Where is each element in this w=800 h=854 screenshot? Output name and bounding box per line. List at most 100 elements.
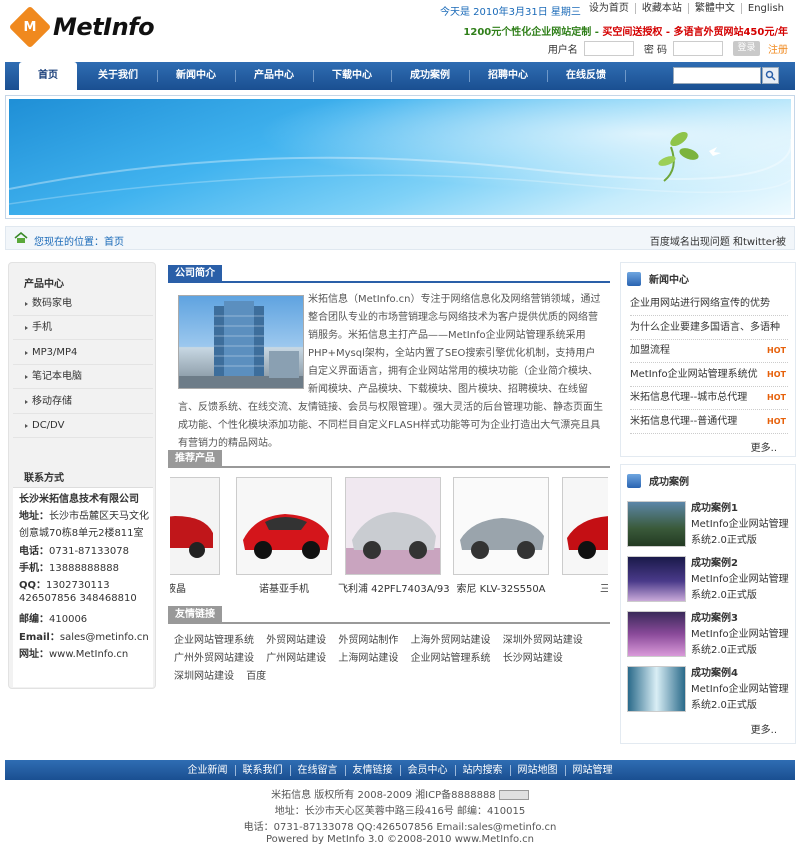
company-intro-text: 米拓信息（MetInfo.cn）专注于网络信息化及网络营销领域，通过整合团队专业… [178,294,603,449]
login-button[interactable]: 登录 [733,41,760,56]
category-item[interactable]: 数码家电 [13,292,153,316]
product-image[interactable] [345,477,441,575]
product-image[interactable] [170,477,220,575]
friend-link[interactable]: 外贸网站制作 [338,635,398,646]
product-center-title: 产品中心 [24,279,64,290]
powered-by[interactable]: Powered by MetInfo 3.0 ©2008-2010 www.Me… [0,834,800,845]
case-item[interactable]: 成功案例1 MetInfo企业网站管理系统2.0正式版 [627,501,789,553]
english-link[interactable]: English [740,3,790,14]
login-form: 用户名 密 码 登录 注册 [548,41,788,56]
nav-item-downloads[interactable]: 下载中心 [316,62,388,90]
hot-badge: HOT [767,370,786,379]
traditional-chinese-link[interactable]: 繁體中文 [687,3,741,14]
product-name[interactable]: 屏液晶 [170,580,226,595]
nav-item-news[interactable]: 新闻中心 [160,62,232,90]
friend-link[interactable]: 深圳网站建设 [174,671,234,682]
bookmark-link[interactable]: 收藏本站 [634,3,688,14]
case-thumbnail[interactable] [627,666,686,712]
news-icon [627,271,641,286]
site-logo[interactable]: M MetInfo [8,5,155,49]
nav-item-home[interactable]: 首页 [19,62,77,92]
qq-extra: 426507856 348468810 [19,593,137,604]
news-panel: 新闻中心 企业用网站进行网络宣传的优势 为什么企业要建多国语言、多语种 加盟流程… [620,262,796,457]
case-item[interactable]: 成功案例2 MetInfo企业网站管理系统2.0正式版 [627,556,789,608]
friend-link[interactable]: 企业网站管理系统 [411,653,491,664]
product-name[interactable]: 诺基亚手机 [229,580,339,595]
nav-item-cases[interactable]: 成功案例 [394,62,466,90]
friend-link[interactable]: 广州网站建设 [266,653,326,664]
friend-links: 企业网站管理系统 外贸网站建设 外贸网站制作 上海外贸网站建设 深圳外贸网站建设… [174,632,606,686]
cases-more-link[interactable]: 更多.. [751,721,777,736]
hot-badge: HOT [767,417,786,426]
friend-link[interactable]: 企业网站管理系统 [174,635,254,646]
friend-link[interactable]: 上海外贸网站建设 [411,635,491,646]
footer-link[interactable]: 网站管理 [564,764,620,776]
news-more-link[interactable]: 更多.. [751,439,777,454]
left-sidebar: 产品中心 数码家电 手机 MP3/MP4 笔记本电脑 移动存储 DC/DV 联系… [8,262,156,689]
case-thumbnail[interactable] [627,556,686,602]
register-link[interactable]: 注册 [768,41,788,56]
case-item[interactable]: 成功案例4 MetInfo企业网站管理系统2.0正式版 [627,666,789,718]
intro-section-header: 公司简介 [168,265,610,283]
friend-link[interactable]: 广州外贸网站建设 [174,653,254,664]
case-thumbnail[interactable] [627,611,686,657]
footer-contact: 电话：0731-87133078 QQ:426507856 Email:sale… [243,822,557,833]
product-image[interactable] [453,477,549,575]
phone: 0731-87133078 [49,546,129,557]
footer-link[interactable]: 企业新闻 [181,765,235,776]
footer-link[interactable]: 站内搜索 [454,764,510,776]
product-image[interactable] [236,477,332,575]
website-link[interactable]: www.MetInfo.cn [49,649,128,660]
nav-item-jobs[interactable]: 招聘中心 [472,62,544,90]
footer-link[interactable]: 网站地图 [509,764,565,776]
nav-item-about[interactable]: 关于我们 [83,62,153,90]
current-date: 今天是 2010年3月31日 星期三 [440,7,581,18]
category-item[interactable]: DC/DV [13,414,153,438]
nav-item-products[interactable]: 产品中心 [238,62,310,90]
main-nav: 首页 关于我们 新闻中心 产品中心 下载中心 成功案例 招聘中心 在线反馈 [5,62,795,92]
news-item[interactable]: 企业用网站进行网络宣传的优势 [630,293,788,316]
footer-link[interactable]: 会员中心 [399,764,455,776]
footer-link[interactable]: 友情链接 [344,764,400,776]
search-input[interactable] [673,67,761,84]
case-item[interactable]: 成功案例3 MetInfo企业网站管理系统2.0正式版 [627,611,789,663]
product-name[interactable]: 索尼 KLV-32S550A [446,580,556,595]
friend-link[interactable]: 上海网站建设 [338,653,398,664]
category-item[interactable]: MP3/MP4 [13,341,153,365]
news-item[interactable]: 为什么企业要建多国语言、多语种 [630,317,788,340]
product-name[interactable]: 飞利浦 42PFL7403A/93 [338,580,450,595]
footer-link[interactable]: 联系我们 [234,764,290,776]
set-homepage-link[interactable]: 设为首页 [583,3,635,14]
product-carousel: 屏液晶 诺基亚手机 飞利浦 42PFL7403A/93 索尼 KLV-32S55… [170,474,608,596]
cnzz-badge-icon[interactable] [498,790,529,800]
cases-title: 成功案例 [627,473,689,488]
product-image[interactable] [562,477,608,575]
friend-link[interactable]: 长沙网站建设 [503,653,563,664]
news-item[interactable]: 米拓信息代理--普通代理 HOT [630,411,788,434]
category-item[interactable]: 笔记本电脑 [13,365,153,389]
username-input[interactable] [583,41,634,56]
email-link[interactable]: sales@metinfo.cn [60,632,149,643]
case-thumbnail[interactable] [627,501,686,547]
news-item[interactable]: 加盟流程 HOT [630,340,788,363]
search-button[interactable] [762,67,779,84]
news-item[interactable]: 米拓信息代理--城市总代理 HOT [630,387,788,410]
scrolling-news[interactable]: 百度域名出现问题 和twitter被 [650,233,786,248]
nav-item-feedback[interactable]: 在线反馈 [550,62,622,90]
category-item[interactable]: 移动存储 [13,390,153,414]
friend-link[interactable]: 百度 [246,671,266,682]
category-item[interactable]: 手机 [13,316,153,340]
news-item[interactable]: MetInfo企业网站管理系统优 HOT [630,364,788,387]
password-input[interactable] [673,41,723,56]
news-title: 新闻中心 [627,271,689,286]
promo-banner-text[interactable]: 1200元个性化企业网站定制 - 买空间送授权 - 多语言外贸网站450元/年 [463,23,788,38]
footer-link[interactable]: 在线留言 [289,764,345,776]
logo-mark-icon: M [8,5,52,49]
friend-link[interactable]: 深圳外贸网站建设 [503,635,583,646]
logo-text: MetInfo [53,13,155,41]
breadcrumb[interactable]: 您现在的位置：首页 [34,233,124,248]
address-line-2: 创意城70栋8单元2楼811室 [19,528,144,539]
top-links: 设为首页 收藏本站 繁體中文 English [583,3,790,14]
product-name[interactable]: 三星 [555,580,608,595]
friend-link[interactable]: 外贸网站建设 [266,635,326,646]
